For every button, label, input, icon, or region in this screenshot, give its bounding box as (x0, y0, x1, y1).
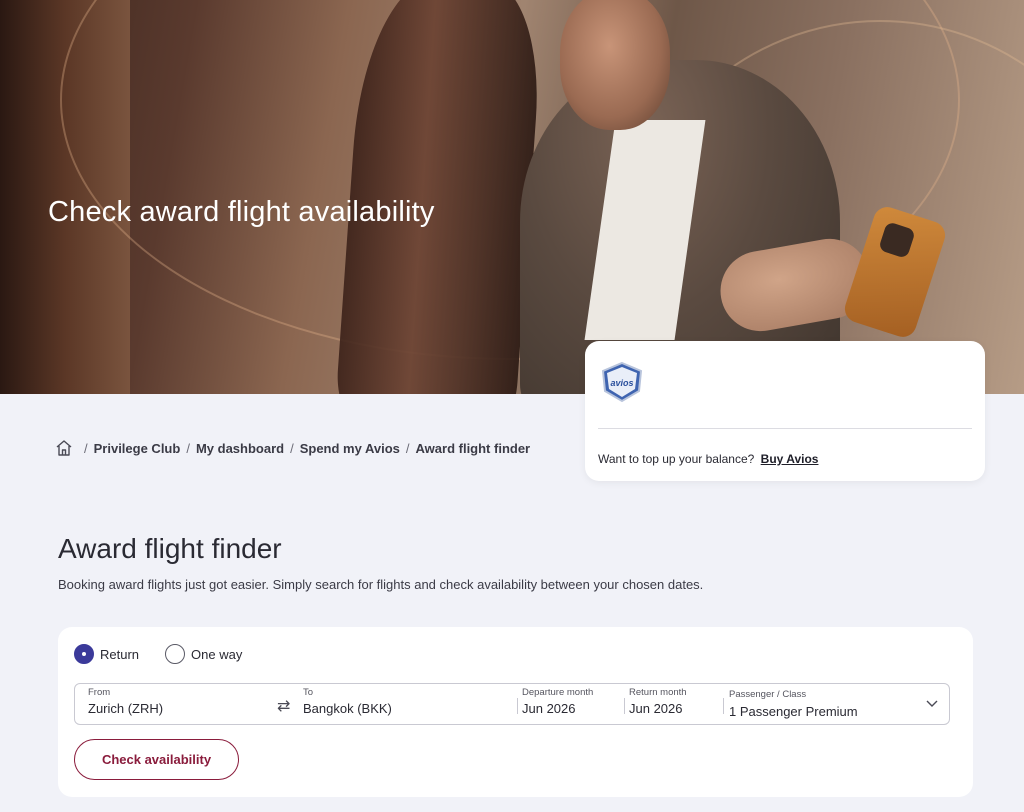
return-month-value: Jun 2026 (629, 701, 683, 716)
search-fields-bar: From Zurich (ZRH) ⇄ To Bangkok (BKK) Dep… (74, 683, 950, 725)
hero-person-head (560, 0, 670, 130)
from-field[interactable]: From Zurich (ZRH) (88, 684, 268, 724)
trip-type-group: Return One way (74, 644, 268, 664)
to-value: Bangkok (BKK) (303, 701, 392, 716)
departure-month-label: Departure month (522, 687, 594, 698)
avios-logo: avios (601, 361, 643, 403)
breadcrumb-current-page: Award flight finder (415, 440, 531, 456)
field-divider (624, 698, 625, 714)
topup-prompt: Want to top up your balance? (598, 452, 755, 466)
breadcrumb-spend-my-avios[interactable]: Spend my Avios (300, 441, 400, 456)
hero-title: Check award flight availability (48, 196, 435, 228)
avios-balance-card: avios Want to top up your balance? Buy A… (585, 341, 985, 481)
to-field[interactable]: To Bangkok (BKK) (303, 684, 503, 724)
check-availability-button[interactable]: Check availability (74, 739, 239, 780)
return-month-field[interactable]: Return month Jun 2026 (629, 684, 719, 724)
swap-icon[interactable]: ⇄ (277, 696, 290, 716)
breadcrumb-separator: / (290, 440, 294, 456)
passenger-class-select[interactable]: Passenger / Class 1 Passenger Premium (729, 684, 909, 724)
from-label: From (88, 687, 111, 698)
topup-row: Want to top up your balance? Buy Avios (598, 452, 818, 466)
divider (598, 428, 972, 429)
breadcrumb-separator: / (405, 440, 410, 456)
departure-month-field[interactable]: Departure month Jun 2026 (522, 684, 622, 724)
to-label: To (303, 687, 314, 698)
field-divider (517, 698, 518, 714)
hero-banner: Check award flight availability (0, 0, 1024, 394)
return-month-label: Return month (629, 687, 687, 698)
breadcrumb-privilege-club[interactable]: Privilege Club (94, 441, 181, 456)
breadcrumb-separator: / (186, 440, 190, 456)
trip-type-label: One way (191, 646, 243, 662)
breadcrumb-my-dashboard[interactable]: My dashboard (196, 441, 284, 456)
radio-checked-icon (74, 644, 94, 664)
from-value: Zurich (ZRH) (88, 701, 164, 716)
passenger-class-label: Passenger / Class (729, 689, 807, 700)
buy-avios-link[interactable]: Buy Avios (761, 452, 819, 466)
passenger-class-value: 1 Passenger Premium (729, 704, 858, 719)
breadcrumb-separator: / (84, 440, 88, 456)
avios-logo-text: avios (610, 378, 633, 388)
radio-unchecked-icon (165, 644, 186, 664)
field-divider (723, 698, 724, 714)
trip-type-label: Return (100, 646, 140, 662)
breadcrumb: / Privilege Club / My dashboard / Spend … (54, 438, 530, 458)
trip-type-one-way-radio[interactable]: One way (165, 644, 242, 664)
flight-search-form: Return One way From Zurich (ZRH) ⇄ To Ba… (58, 627, 973, 797)
page-title: Award flight finder (58, 533, 282, 564)
page-description: Booking award flights just got easier. S… (58, 577, 704, 592)
home-icon[interactable] (54, 438, 74, 458)
departure-month-value: Jun 2026 (522, 701, 576, 716)
chevron-down-icon[interactable] (925, 696, 939, 710)
trip-type-return-radio[interactable]: Return (74, 644, 139, 664)
